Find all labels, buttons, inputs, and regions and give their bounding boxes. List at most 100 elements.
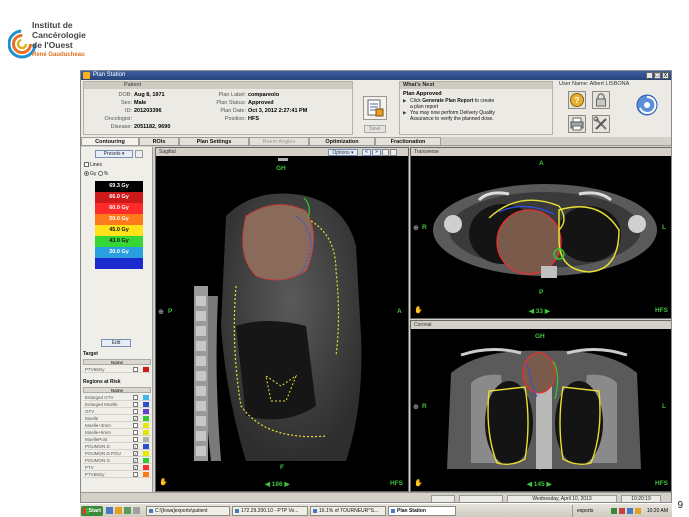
percent-radio[interactable] (97, 171, 103, 177)
task-remote[interactable]: 172.29.200.10 - PTP Vo... (232, 506, 308, 516)
coronal-slice-number[interactable]: ◀ 145 ▶ (527, 480, 551, 488)
structure-color-swatch[interactable] (143, 395, 149, 400)
structure-color-swatch[interactable] (143, 430, 149, 435)
tray-volume-icon[interactable] (635, 508, 641, 514)
structure-color-swatch[interactable] (143, 444, 149, 449)
lock-button[interactable] (592, 91, 610, 109)
region-row[interactable]: MoellePost (83, 436, 151, 443)
structure-visible-checkbox[interactable] (133, 395, 138, 400)
sagittal-pan-hand-icon[interactable]: ✋ (159, 478, 168, 486)
region-row[interactable]: POUMON G ✓ (83, 457, 151, 464)
structure-visible-checkbox[interactable]: ✓ (133, 458, 138, 463)
quick-launch-folder-icon[interactable] (115, 507, 122, 514)
save-button[interactable]: Save (364, 125, 386, 133)
help-button[interactable]: ? (568, 91, 586, 109)
structure-color-swatch[interactable] (143, 437, 149, 442)
structure-color-swatch[interactable] (143, 451, 149, 456)
tray-security-icon[interactable] (619, 508, 625, 514)
edit-dose-levels-button[interactable]: Edit (101, 339, 131, 347)
sagittal-drag-handle[interactable] (278, 158, 288, 161)
structure-visible-checkbox[interactable]: ✓ (133, 416, 138, 421)
gy-radio[interactable] (84, 171, 89, 177)
next-slice-button[interactable]: » (372, 149, 381, 156)
region-row[interactable]: Enlarged Moelle (83, 401, 151, 408)
close-button[interactable]: X (662, 72, 669, 79)
generate-plan-report-button[interactable] (363, 96, 387, 120)
structure-color-swatch[interactable] (143, 416, 149, 421)
structure-color-swatch[interactable] (143, 458, 149, 463)
task-download[interactable]: 16.1% of TOURNEUR^S... (310, 506, 386, 516)
sagittal-viewer[interactable]: Sagittal Options ▾ « » GH P A F HFS ◀ 18… (155, 147, 409, 492)
dose-level-0[interactable]: 69.3 Gy (95, 181, 143, 192)
structure-color-swatch[interactable] (143, 409, 149, 414)
tab-plan-settings[interactable]: Plan Settings (179, 137, 249, 145)
tools-button[interactable] (592, 115, 610, 133)
structure-visible-checkbox[interactable]: ✓ (133, 451, 138, 456)
structure-color-swatch[interactable] (143, 472, 149, 477)
structure-visible-checkbox[interactable] (133, 472, 138, 477)
tab-rois[interactable]: ROIs (139, 137, 179, 145)
tray-exports-label[interactable]: exports (577, 505, 593, 517)
structure-visible-checkbox[interactable] (133, 402, 138, 407)
region-row[interactable]: Moelle+3mm (83, 422, 151, 429)
layout-button[interactable] (382, 149, 389, 156)
quick-launch-app-icon[interactable] (124, 507, 131, 514)
structure-color-swatch[interactable] (143, 367, 149, 372)
region-row[interactable]: Moelle ✓ (83, 415, 151, 422)
sagittal-zoom-icon[interactable]: ⊕ (158, 308, 164, 316)
tray-clock[interactable]: 10:20 AM (647, 505, 668, 517)
dose-level-1[interactable]: 66.0 Gy (95, 192, 143, 203)
tray-network-icon[interactable] (611, 508, 617, 514)
coronal-viewer[interactable]: Coronal GH R L F HFS ◀ 145 ▶ ⊕ ✋ (410, 320, 671, 492)
tab-fractionation[interactable]: Fractionation (375, 137, 441, 145)
region-row[interactable]: Moelle+6mm (83, 429, 151, 436)
region-row[interactable]: PTV66Gy (83, 471, 151, 478)
sagittal-slice-number[interactable]: ◀ 186 ▶ (265, 480, 289, 488)
tab-optimization[interactable]: Optimization (309, 137, 375, 145)
region-row[interactable]: PTV ✓ (83, 464, 151, 471)
dose-level-7[interactable] (95, 258, 143, 269)
structure-visible-checkbox[interactable] (133, 423, 138, 428)
options-button[interactable]: Options ▾ (328, 149, 358, 156)
coronal-pan-hand-icon[interactable]: ✋ (414, 479, 423, 487)
region-row[interactable]: Enlarged GTV (83, 394, 151, 401)
tab-beam-angles[interactable]: Beam Angles (249, 137, 309, 145)
dose-level-4[interactable]: 45.0 Gy (95, 225, 143, 236)
transverse-slice-number[interactable]: ◀ 33 ▶ (529, 307, 550, 315)
dose-level-2[interactable]: 60.0 Gy (95, 203, 143, 214)
structure-visible-checkbox[interactable] (133, 437, 138, 442)
structure-visible-checkbox[interactable] (133, 430, 138, 435)
task-plan-station[interactable]: Plan Station (388, 506, 456, 516)
task-explorer[interactable]: C:\[Iowa]exports\patient (146, 506, 230, 516)
transverse-viewer[interactable]: Transverse A R L P HFS ◀ 33 ▶ ⊕ ✋ (410, 147, 671, 319)
transverse-zoom-icon[interactable]: ⊕ (413, 224, 419, 232)
maximize-view-button[interactable] (390, 149, 397, 156)
structure-visible-checkbox[interactable] (133, 367, 138, 372)
target-row[interactable]: PTV66Gy (83, 366, 151, 373)
quick-launch-ie-icon[interactable] (106, 507, 113, 514)
tab-contouring[interactable]: Contouring (81, 137, 139, 145)
region-row[interactable]: POUMON D POU ✓ (83, 450, 151, 457)
structure-visible-checkbox[interactable]: ✓ (133, 465, 138, 470)
structure-visible-checkbox[interactable]: ✓ (133, 444, 138, 449)
structure-visible-checkbox[interactable] (133, 409, 138, 414)
lines-checkbox[interactable]: Lines (84, 162, 102, 168)
structure-color-swatch[interactable] (143, 402, 149, 407)
print-button[interactable] (568, 115, 586, 133)
maximize-button[interactable]: □ (654, 72, 661, 79)
structure-color-swatch[interactable] (143, 465, 149, 470)
minimize-button[interactable]: _ (646, 72, 653, 79)
quick-launch-desktop-icon[interactable] (133, 507, 140, 514)
dose-level-3[interactable]: 50.0 Gy (95, 214, 143, 225)
region-row[interactable]: GTV (83, 408, 151, 415)
transverse-pan-hand-icon[interactable]: ✋ (414, 306, 423, 314)
presets-button[interactable]: Presets ▾ (95, 150, 133, 158)
dose-level-6[interactable]: 20.0 Gy (95, 247, 143, 258)
prev-slice-button[interactable]: « (362, 149, 371, 156)
coronal-zoom-icon[interactable]: ⊕ (413, 403, 419, 411)
dose-level-5[interactable]: 43.0 Gy (95, 236, 143, 247)
tray-update-icon[interactable] (627, 508, 633, 514)
structure-color-swatch[interactable] (143, 423, 149, 428)
tomotherapy-logo[interactable] (635, 93, 659, 117)
presets-extra-button[interactable] (135, 150, 143, 158)
